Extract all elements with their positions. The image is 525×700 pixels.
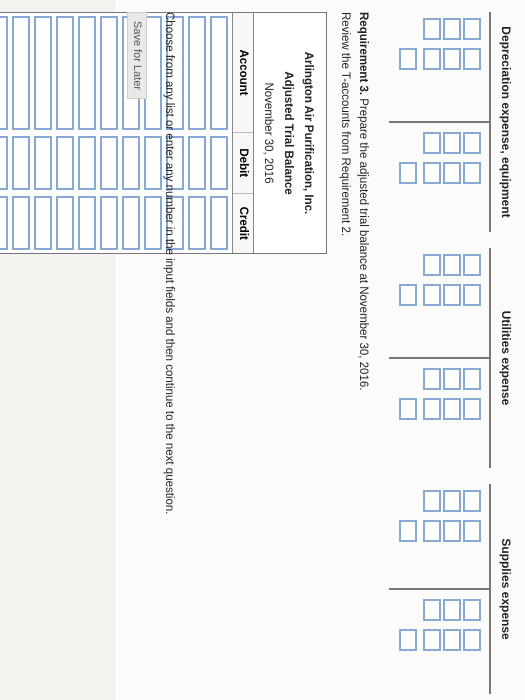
review-instruction: Review the T-accounts from Requirement 2…	[339, 12, 351, 237]
account-column-header: Account	[233, 13, 253, 133]
account-input[interactable]	[56, 16, 74, 130]
debit-input[interactable]	[56, 136, 74, 190]
t-account-divider	[389, 357, 489, 359]
t-account-input[interactable]	[463, 18, 481, 40]
credit-input[interactable]	[56, 196, 74, 250]
t-account-input[interactable]	[399, 398, 417, 420]
t-account-input[interactable]	[463, 254, 481, 276]
debit-input[interactable]	[144, 136, 162, 190]
t-account-title: Supplies expense	[499, 538, 513, 640]
t-account-input[interactable]	[443, 18, 461, 40]
t-account-input[interactable]	[443, 132, 461, 154]
column-headers: Account Debit Credit	[232, 13, 254, 253]
t-account-input[interactable]	[443, 368, 461, 390]
t-account-input[interactable]	[463, 162, 481, 184]
t-account-rule	[489, 484, 491, 694]
t-account-input[interactable]	[423, 368, 441, 390]
t-account-input[interactable]	[443, 599, 461, 621]
t-account-input[interactable]	[423, 254, 441, 276]
credit-input[interactable]	[34, 196, 52, 250]
t-account-input[interactable]	[463, 368, 481, 390]
t-account-title: Depreciation expense, equipment	[499, 26, 513, 218]
t-account-input[interactable]	[443, 398, 461, 420]
t-account-input[interactable]	[443, 254, 461, 276]
t-account-input[interactable]	[423, 490, 441, 512]
debit-input[interactable]	[12, 136, 30, 190]
t-account-input[interactable]	[423, 398, 441, 420]
t-account-rule	[489, 12, 491, 232]
debit-input[interactable]	[34, 136, 52, 190]
statement-date: November 30, 2016	[262, 82, 274, 184]
instructions-text: Choose from any list or enter any number…	[163, 12, 175, 515]
debit-column-header: Debit	[233, 133, 253, 194]
t-account-input[interactable]	[399, 284, 417, 306]
t-account-input[interactable]	[423, 48, 441, 70]
t-account-input[interactable]	[423, 18, 441, 40]
screen: Depreciation expense, equipment Utilities…	[0, 0, 525, 700]
account-input-column	[0, 13, 230, 133]
credit-input[interactable]	[188, 196, 206, 250]
t-account-input[interactable]	[463, 520, 481, 542]
t-account-divider	[389, 121, 489, 123]
t-account-input[interactable]	[443, 162, 461, 184]
save-for-later-button[interactable]: Save for Later	[127, 12, 147, 100]
company-name: Arlington Air Purification, Inc.	[302, 51, 314, 215]
debit-input[interactable]	[188, 136, 206, 190]
account-input[interactable]	[188, 16, 206, 130]
credit-input[interactable]	[12, 196, 30, 250]
t-account-input[interactable]	[463, 490, 481, 512]
credit-input[interactable]	[78, 196, 96, 250]
t-account-input[interactable]	[463, 629, 481, 651]
trial-balance-header: Arlington Air Purification, Inc. Adjuste…	[254, 13, 326, 253]
account-input[interactable]	[100, 16, 118, 130]
account-input[interactable]	[210, 16, 228, 130]
credit-input[interactable]	[144, 196, 162, 250]
requirement-3-text: Requirement 3. Prepare the adjusted tria…	[357, 12, 369, 390]
debit-input[interactable]	[210, 136, 228, 190]
debit-input-column	[0, 133, 230, 193]
t-account-input[interactable]	[463, 48, 481, 70]
account-input[interactable]	[0, 16, 8, 130]
t-account-input[interactable]	[399, 629, 417, 651]
trial-balance-rows	[0, 13, 232, 253]
t-account-input[interactable]	[423, 599, 441, 621]
debit-input[interactable]	[0, 136, 8, 190]
assignment-page: Depreciation expense, equipment Utilities…	[0, 0, 525, 700]
t-account-input[interactable]	[443, 490, 461, 512]
debit-input[interactable]	[122, 136, 140, 190]
t-account-input[interactable]	[463, 132, 481, 154]
credit-input[interactable]	[0, 196, 8, 250]
t-account-input[interactable]	[399, 48, 417, 70]
debit-input[interactable]	[100, 136, 118, 190]
t-account-input[interactable]	[423, 132, 441, 154]
statement-title: Adjusted Trial Balance	[282, 71, 294, 195]
debit-input[interactable]	[78, 136, 96, 190]
requirement-text: Prepare the adjusted trial balance at No…	[357, 98, 369, 391]
t-account-input[interactable]	[423, 629, 441, 651]
account-input[interactable]	[12, 16, 30, 130]
t-account-input[interactable]	[423, 284, 441, 306]
t-account-input[interactable]	[423, 162, 441, 184]
t-account-input[interactable]	[443, 48, 461, 70]
t-account-input[interactable]	[399, 520, 417, 542]
credit-input-column	[0, 193, 230, 253]
t-account-divider	[389, 588, 489, 590]
t-account-title: Utilities expense	[499, 310, 513, 406]
t-account-rule	[489, 248, 491, 468]
requirement-label: Requirement 3.	[357, 12, 369, 96]
t-account-input[interactable]	[463, 398, 481, 420]
account-input[interactable]	[78, 16, 96, 130]
t-account-input[interactable]	[463, 284, 481, 306]
credit-input[interactable]	[210, 196, 228, 250]
credit-input[interactable]	[122, 196, 140, 250]
t-account-input[interactable]	[443, 520, 461, 542]
t-account-input[interactable]	[443, 629, 461, 651]
t-account-input[interactable]	[463, 599, 481, 621]
t-account-input[interactable]	[443, 284, 461, 306]
credit-column-header: Credit	[237, 206, 249, 240]
t-account-input[interactable]	[423, 520, 441, 542]
account-input[interactable]	[34, 16, 52, 130]
t-account-input[interactable]	[399, 162, 417, 184]
credit-input[interactable]	[100, 196, 118, 250]
